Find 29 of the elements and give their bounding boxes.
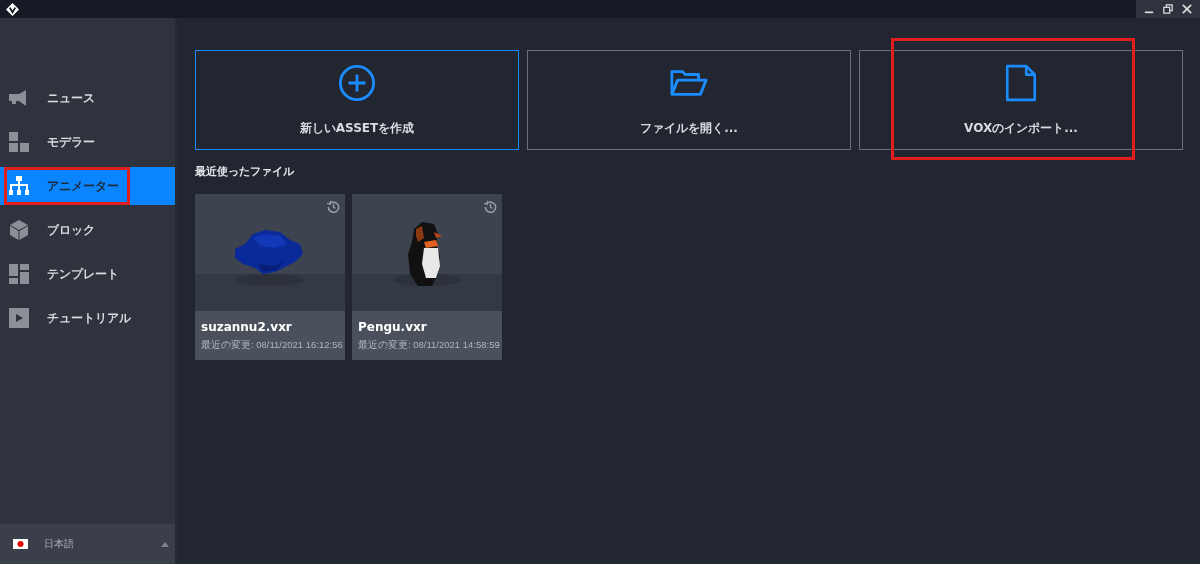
file-card[interactable]: suzannu2.vxr 最近の変更: 08/11/2021 16:12:56 bbox=[195, 194, 345, 360]
megaphone-icon bbox=[9, 88, 29, 108]
play-icon bbox=[9, 308, 29, 328]
section-heading: 最近使ったファイル bbox=[195, 164, 295, 179]
action-card[interactable]: VOXのインポート... bbox=[859, 50, 1183, 150]
hierarchy-icon bbox=[9, 176, 29, 196]
action-card[interactable]: 新しいASSETを作成 bbox=[195, 50, 519, 150]
history-icon[interactable] bbox=[484, 200, 497, 213]
modified-date: 最近の変更: 08/11/2021 16:12:56 bbox=[201, 338, 344, 352]
close-icon[interactable] bbox=[1182, 4, 1192, 14]
sidebar-item[interactable]: ブロック bbox=[0, 211, 175, 249]
file-card[interactable]: Pengu.vxr 最近の変更: 08/11/2021 14:58:59 bbox=[352, 194, 502, 360]
sidebar-item[interactable]: ニュース bbox=[0, 79, 175, 117]
layout-icon bbox=[9, 264, 29, 284]
sidebar-item[interactable]: アニメーター bbox=[0, 167, 175, 205]
file-name: suzannu2.vxr bbox=[201, 319, 293, 334]
sidebar-item[interactable]: チュートリアル bbox=[0, 299, 175, 337]
modified-date: 最近の変更: 08/11/2021 14:58:59 bbox=[358, 338, 501, 352]
history-icon[interactable] bbox=[327, 200, 340, 213]
plus-icon bbox=[338, 64, 376, 102]
language-selector[interactable]: 日本語 bbox=[0, 524, 175, 564]
restore-icon[interactable] bbox=[1163, 4, 1173, 14]
sidebar-item[interactable]: モデラー bbox=[0, 123, 175, 161]
file-name: Pengu.vxr bbox=[358, 319, 428, 334]
sidebar-item[interactable]: テンプレート bbox=[0, 255, 175, 293]
flag-icon bbox=[13, 539, 28, 549]
cube-icon bbox=[9, 220, 29, 240]
blocks-icon bbox=[9, 132, 29, 152]
action-card[interactable]: ファイルを開く... bbox=[527, 50, 851, 150]
